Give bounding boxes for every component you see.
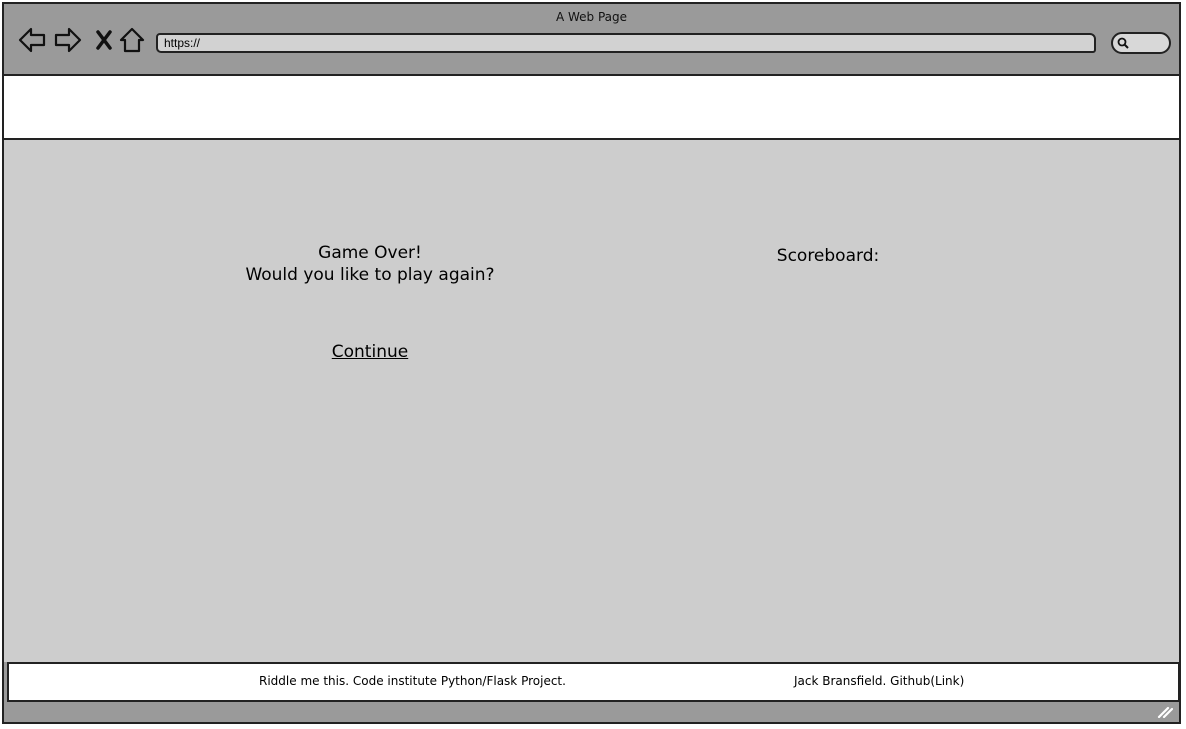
forward-button[interactable]	[52, 24, 84, 56]
search-button[interactable]	[1111, 32, 1171, 54]
footer-author: Jack Bransfield. Github(Link)	[794, 674, 964, 688]
game-over-message: Game Over! Would you like to play again?	[220, 242, 520, 286]
home-icon	[119, 27, 145, 53]
page-header	[4, 74, 1179, 140]
back-button[interactable]	[16, 24, 48, 56]
forward-arrow-icon	[54, 27, 82, 53]
page-footer: Riddle me this. Code institute Python/Fl…	[7, 662, 1180, 702]
home-button[interactable]	[116, 24, 148, 56]
resize-grip-icon[interactable]	[1157, 704, 1173, 718]
browser-toolbar: A Web Page	[4, 4, 1179, 74]
play-again-question: Would you like to play again?	[245, 265, 495, 285]
footer-author-text: Jack Bransfield. Github	[794, 674, 931, 688]
url-input[interactable]	[156, 33, 1096, 53]
scoreboard-heading: Scoreboard:	[776, 246, 880, 266]
main-content: Game Over! Would you like to play again?…	[4, 140, 1179, 662]
browser-window: A Web Page https:// Game Over! Would you…	[2, 2, 1181, 724]
github-link[interactable]: (Link)	[930, 674, 964, 688]
search-icon	[1117, 37, 1129, 49]
close-x-icon	[96, 30, 112, 50]
window-title: A Web Page	[555, 10, 628, 24]
game-over-title: Game Over!	[318, 243, 422, 263]
back-arrow-icon	[18, 27, 46, 53]
continue-link[interactable]: Continue	[300, 342, 440, 362]
footer-project-text: Riddle me this. Code institute Python/Fl…	[259, 674, 566, 688]
